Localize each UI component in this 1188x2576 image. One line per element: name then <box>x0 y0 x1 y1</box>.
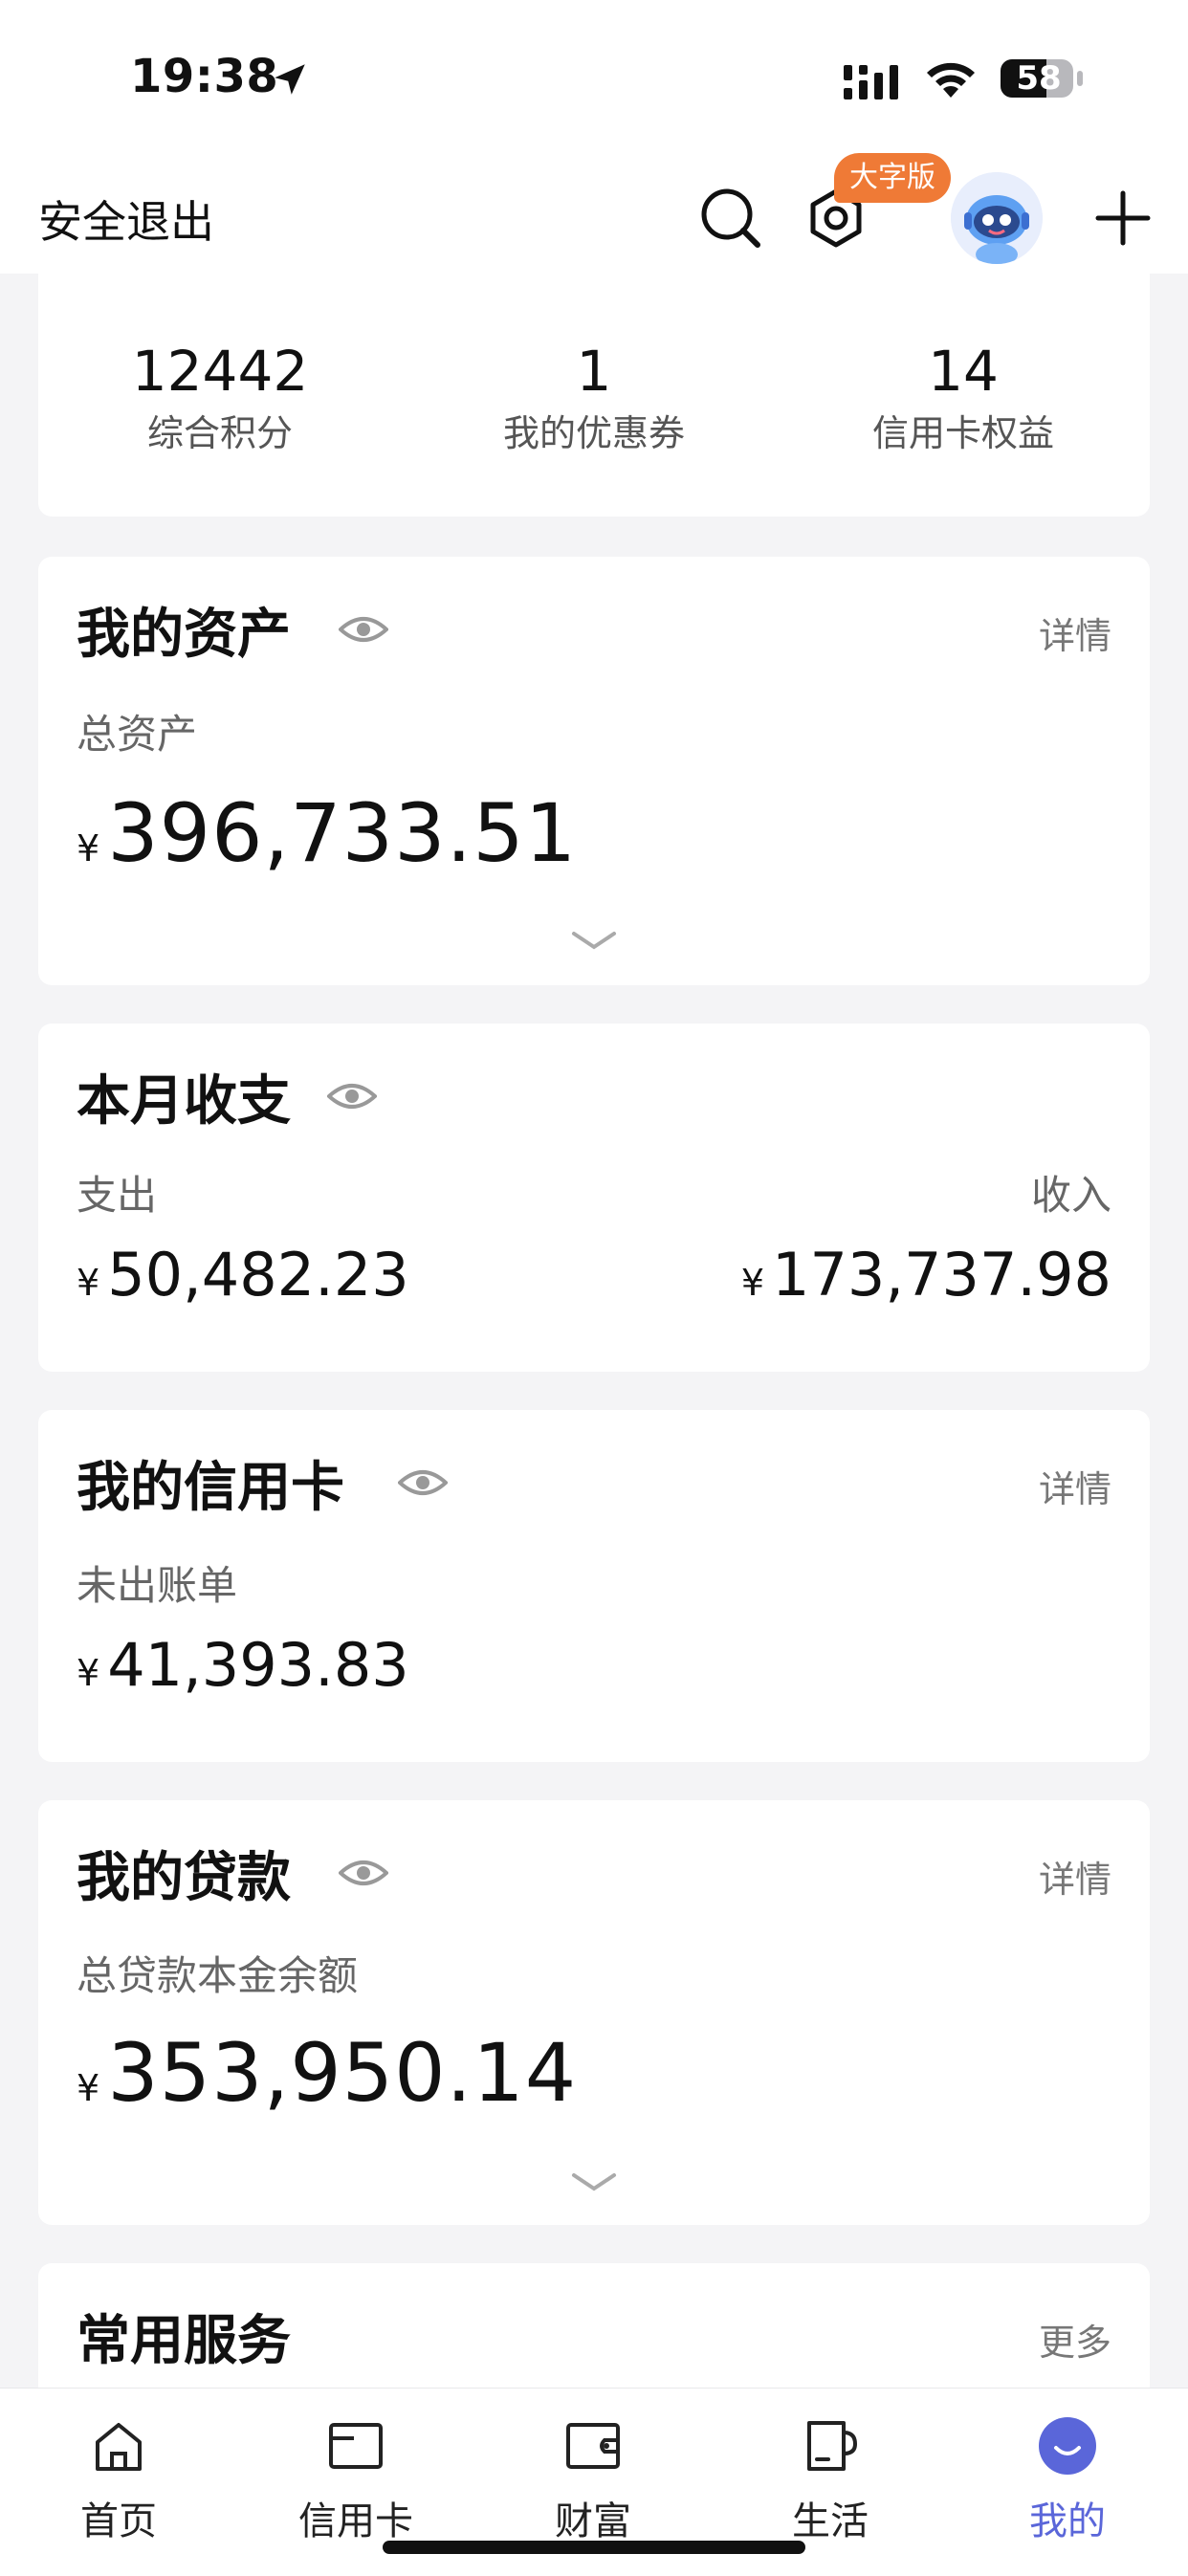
monthly-summary-card: 本月收支 支出 收入 ¥ 50,482.23 ¥ 173,737.98 <box>38 1024 1150 1372</box>
currency-symbol: ¥ <box>77 2067 100 2109</box>
expense-value: 50,482.23 <box>107 1240 409 1310</box>
loan-title: 我的贷款 <box>77 1847 291 1909</box>
home-indicator <box>383 2541 805 2554</box>
eye-icon[interactable] <box>327 1077 377 1115</box>
credit-card-detail-link[interactable]: 详情 <box>1039 1460 1111 1512</box>
assets-detail-link[interactable]: 详情 <box>1039 606 1111 659</box>
points-stat[interactable]: 12442 综合积分 <box>38 341 402 457</box>
chevron-down-icon[interactable] <box>570 2168 618 2196</box>
tab-mine-label: 我的 <box>1029 2499 1106 2543</box>
loan-principal-amount: ¥ 353,950.14 <box>77 2026 577 2120</box>
currency-symbol: ¥ <box>740 1262 764 1304</box>
credit-card-title: 我的信用卡 <box>77 1457 344 1519</box>
currency-symbol: ¥ <box>77 1262 100 1304</box>
currency-symbol: ¥ <box>77 1652 100 1694</box>
coupons-value: 1 <box>576 339 612 404</box>
points-label: 综合积分 <box>146 412 293 454</box>
services-title: 常用服务 <box>77 2310 291 2372</box>
home-icon <box>96 2423 142 2471</box>
tab-mine[interactable]: 我的 <box>991 2415 1144 2545</box>
tab-home[interactable]: 首页 <box>42 2415 195 2545</box>
wifi-icon <box>927 62 975 98</box>
expense-label: 支出 <box>77 1172 158 1219</box>
card-benefits-value: 14 <box>928 339 999 404</box>
total-assets-label: 总资产 <box>77 711 198 758</box>
add-icon[interactable] <box>1085 180 1161 256</box>
total-assets-amount: ¥ 396,733.51 <box>77 786 577 880</box>
search-icon[interactable] <box>693 180 769 256</box>
income-amount: ¥ 173,737.98 <box>741 1240 1111 1310</box>
tab-credit-card[interactable]: 信用卡 <box>279 2415 432 2545</box>
header: 安全退出 大字版 <box>0 153 1188 274</box>
total-assets-value: 396,733.51 <box>107 786 578 880</box>
tab-life-label: 生活 <box>792 2499 869 2543</box>
large-text-mode-badge[interactable]: 大字版 <box>834 153 951 203</box>
cup-icon <box>807 2421 858 2471</box>
chevron-down-icon[interactable] <box>570 926 618 955</box>
expense-amount: ¥ 50,482.23 <box>77 1240 409 1310</box>
income-value: 173,737.98 <box>772 1240 1111 1310</box>
credit-card-card: 我的信用卡 详情 未出账单 ¥ 41,393.83 <box>38 1410 1150 1762</box>
tab-wealth[interactable]: 财富 <box>517 2415 670 2545</box>
loan-card: 我的贷款 详情 总贷款本金余额 ¥ 353,950.14 <box>38 1800 1150 2225</box>
tab-home-label: 首页 <box>80 2499 157 2543</box>
currency-symbol: ¥ <box>77 827 100 870</box>
monthly-summary-title: 本月收支 <box>77 1070 291 1133</box>
loan-principal-label: 总贷款本金余额 <box>77 1952 359 1999</box>
assistant-avatar[interactable] <box>951 172 1043 264</box>
unbilled-amount: ¥ 41,393.83 <box>77 1630 409 1700</box>
assets-card: 我的资产 详情 总资产 ¥ 396,733.51 <box>38 557 1150 985</box>
credit-card-icon <box>329 2423 383 2469</box>
card-benefits-label: 信用卡权益 <box>871 412 1054 454</box>
tab-wealth-label: 财富 <box>555 2499 631 2543</box>
tab-credit-card-label: 信用卡 <box>298 2499 413 2543</box>
stats-card: 12442 综合积分 1 我的优惠券 14 信用卡权益 <box>38 274 1150 517</box>
tab-life[interactable]: 生活 <box>754 2415 907 2545</box>
location-arrow-icon <box>275 64 305 95</box>
status-bar: 19:38 58 <box>0 0 1188 161</box>
loan-principal-value: 353,950.14 <box>107 2026 578 2120</box>
assets-title: 我的资产 <box>77 604 291 666</box>
logout-link[interactable]: 安全退出 <box>38 187 214 251</box>
robot-avatar-icon <box>951 172 1043 264</box>
eye-icon[interactable] <box>339 1854 388 1892</box>
services-more-link[interactable]: 更多 <box>1039 2313 1111 2366</box>
points-value: 12442 <box>131 339 309 404</box>
profile-icon <box>1039 2417 1096 2475</box>
unbilled-label: 未出账单 <box>77 1562 238 1609</box>
cellular-signal-icon <box>844 65 898 99</box>
unbilled-value: 41,393.83 <box>107 1630 409 1700</box>
card-benefits-stat[interactable]: 14 信用卡权益 <box>781 341 1145 457</box>
wallet-icon <box>566 2423 620 2469</box>
battery-level: 58 <box>1016 59 1062 98</box>
income-label: 收入 <box>1030 1172 1111 1219</box>
eye-icon[interactable] <box>398 1464 448 1502</box>
loan-detail-link[interactable]: 详情 <box>1039 1850 1111 1903</box>
coupons-stat[interactable]: 1 我的优惠券 <box>412 341 776 457</box>
eye-icon[interactable] <box>339 610 388 649</box>
coupons-label: 我的优惠券 <box>502 412 685 454</box>
status-time: 19:38 <box>130 50 279 103</box>
